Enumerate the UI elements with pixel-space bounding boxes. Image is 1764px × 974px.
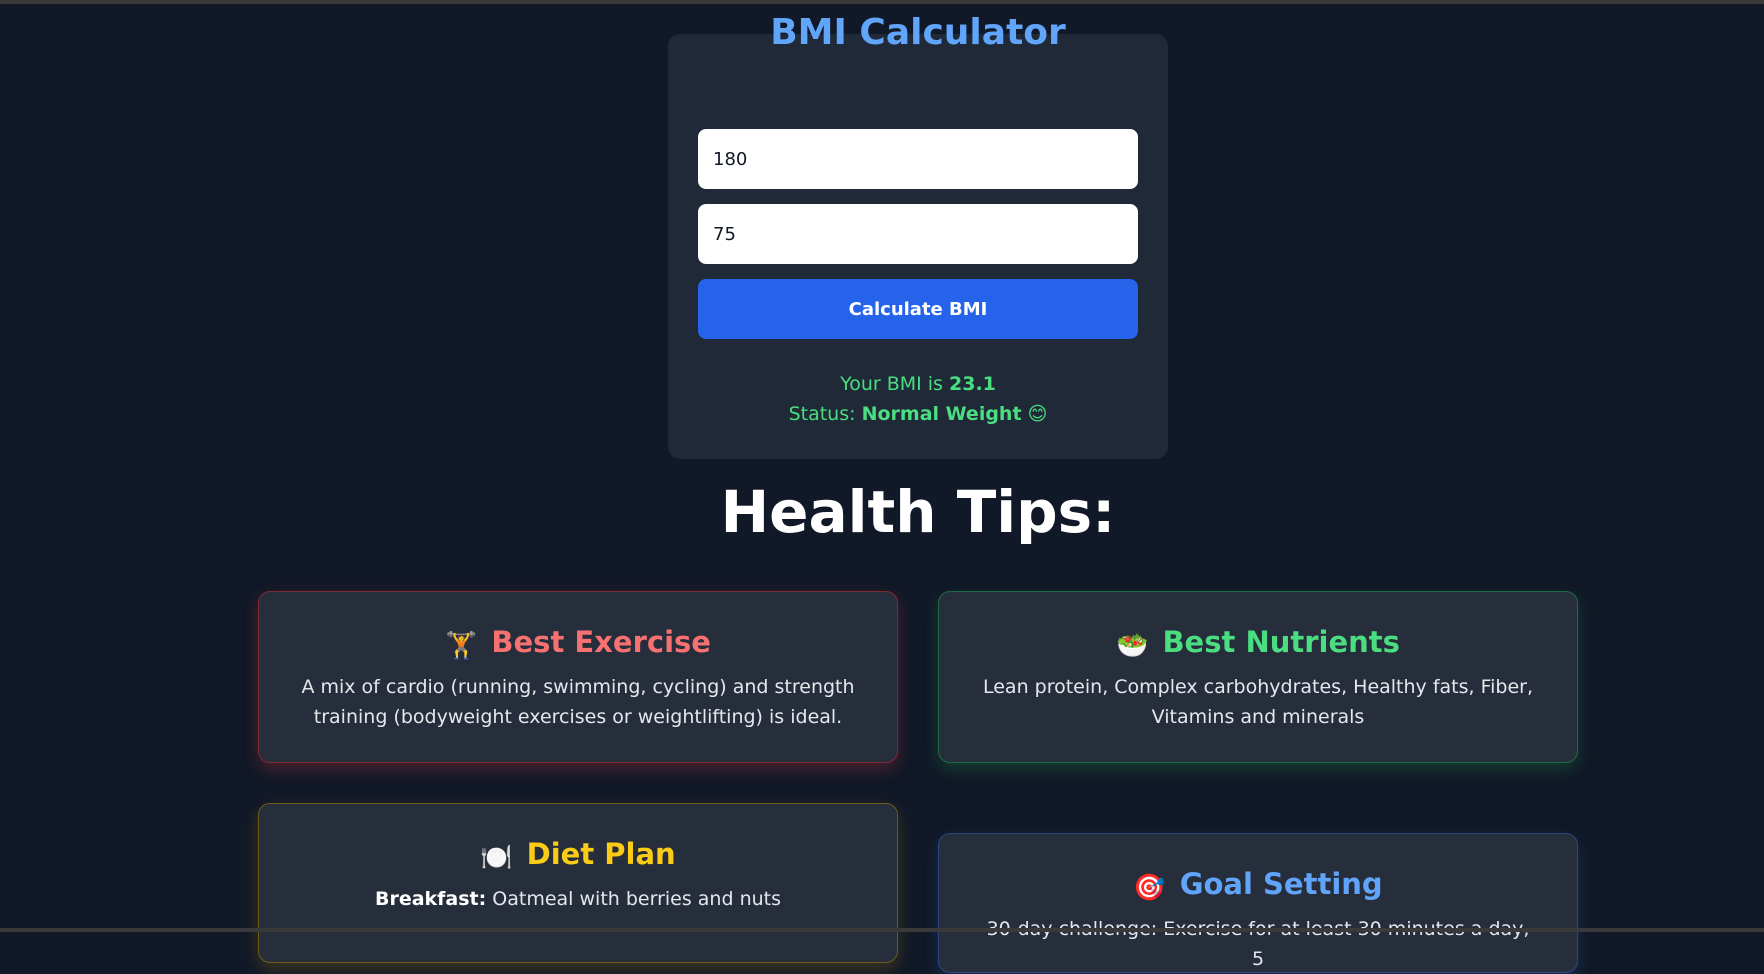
tip-card-exercise: 🏋️ Best Exercise A mix of cardio (running… [258,591,898,763]
tip-card-diet: 🍽️ Diet Plan Breakfast: Oatmeal with berr… [258,803,898,963]
bmi-value: 23.1 [949,373,996,395]
plate-icon: 🍽️ [480,843,513,873]
window-bottom-border [0,928,1764,932]
bmi-value-line: Your BMI is 23.1 [668,369,1168,399]
bmi-result: Your BMI is 23.1 Status: Normal Weight 😊 [668,369,1168,429]
tip-text-exercise: A mix of cardio (running, swimming, cycl… [301,676,855,728]
target-icon: 🎯 [1133,873,1166,903]
weightlifter-icon: 🏋️ [445,631,478,661]
tip-title-diet: 🍽️ Diet Plan [259,834,897,878]
tip-text-goal: 30-day challenge: Exercise for at least … [987,918,1530,970]
tip-card-nutrients: 🥗 Best Nutrients Lean protein, Complex ca… [938,591,1578,763]
salad-icon: 🥗 [1116,631,1149,661]
bmi-result-prefix: Your BMI is [840,373,949,395]
tip-title-nutrients: 🥗 Best Nutrients [939,622,1577,666]
window-top-border [0,0,1764,4]
breakfast-text: Oatmeal with berries and nuts [486,888,782,910]
tip-title-goal-label: Goal Setting [1179,867,1383,901]
tip-card-goal: 🎯 Goal Setting 30-day challenge: Exercise… [938,833,1578,973]
bmi-calculator-card: BMI Calculator Calculate BMI Your BMI is… [668,12,1168,459]
height-input[interactable] [698,129,1138,189]
tip-title-diet-label: Diet Plan [526,837,676,871]
calculate-bmi-button[interactable]: Calculate BMI [698,279,1138,339]
status-value: Normal Weight [861,403,1022,425]
tip-text-diet: Breakfast: Oatmeal with berries and nuts [298,884,858,914]
tip-title-goal: 🎯 Goal Setting [939,864,1577,908]
calculator-title: BMI Calculator [770,12,1066,53]
tip-text-nutrients: Lean protein, Complex carbohydrates, Hea… [982,676,1534,728]
tip-title-exercise-label: Best Exercise [491,625,711,659]
tip-title-exercise: 🏋️ Best Exercise [259,622,897,666]
weight-input[interactable] [698,204,1138,264]
smile-emoji-icon: 😊 [1027,403,1048,425]
breakfast-label: Breakfast: [374,888,487,910]
tip-title-nutrients-label: Best Nutrients [1162,625,1400,659]
status-prefix: Status: [788,403,862,425]
health-tips-heading: Health Tips: [720,478,1116,546]
bmi-status-line: Status: Normal Weight 😊 [668,399,1168,429]
